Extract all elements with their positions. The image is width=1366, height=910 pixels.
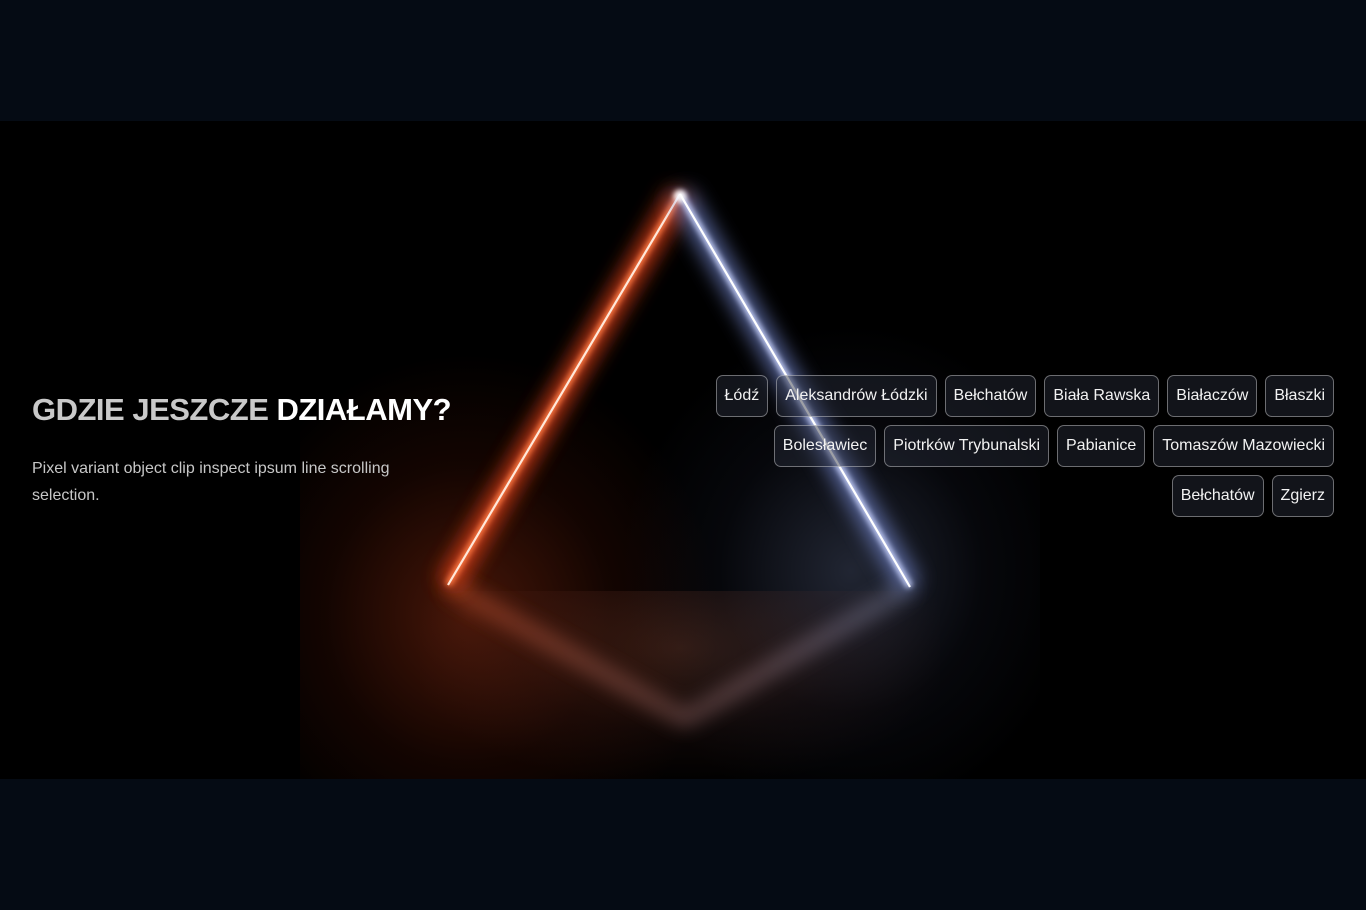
location-tag[interactable]: Bełchatów — [1171, 475, 1264, 517]
location-tag[interactable]: Pabianice — [1057, 425, 1146, 467]
location-tag[interactable]: Aleksandrów Łódzki — [776, 375, 937, 417]
section-description: Pixel variant object clip inspect ipsum … — [32, 460, 390, 504]
location-tag[interactable]: Zgierz — [1271, 475, 1334, 517]
location-tag[interactable]: Bełchatów — [944, 375, 1037, 417]
hero-section: GDZIE JESZCZE DZIAŁAMY? Pixel variant ob… — [0, 121, 1366, 779]
location-tag[interactable]: Błaszki — [1265, 375, 1334, 417]
section-heading: GDZIE JESZCZE DZIAŁAMY? — [32, 392, 452, 428]
location-tag[interactable]: Białaczów — [1167, 375, 1258, 417]
heading-accent-text: DZIAŁAMY? — [276, 392, 452, 427]
location-tag[interactable]: Tomaszów Mazowiecki — [1153, 425, 1334, 467]
location-tag[interactable]: Łódź — [715, 375, 769, 417]
location-tag-list: Łódź Aleksandrów Łódzki Bełchatów Biała … — [694, 375, 1334, 517]
location-tag[interactable]: Bolesławiec — [773, 425, 877, 467]
location-tag[interactable]: Biała Rawska — [1044, 375, 1160, 417]
heading-main-text: GDZIE JESZCZE — [32, 392, 277, 427]
location-tag[interactable]: Piotrków Trybunalski — [884, 425, 1049, 467]
